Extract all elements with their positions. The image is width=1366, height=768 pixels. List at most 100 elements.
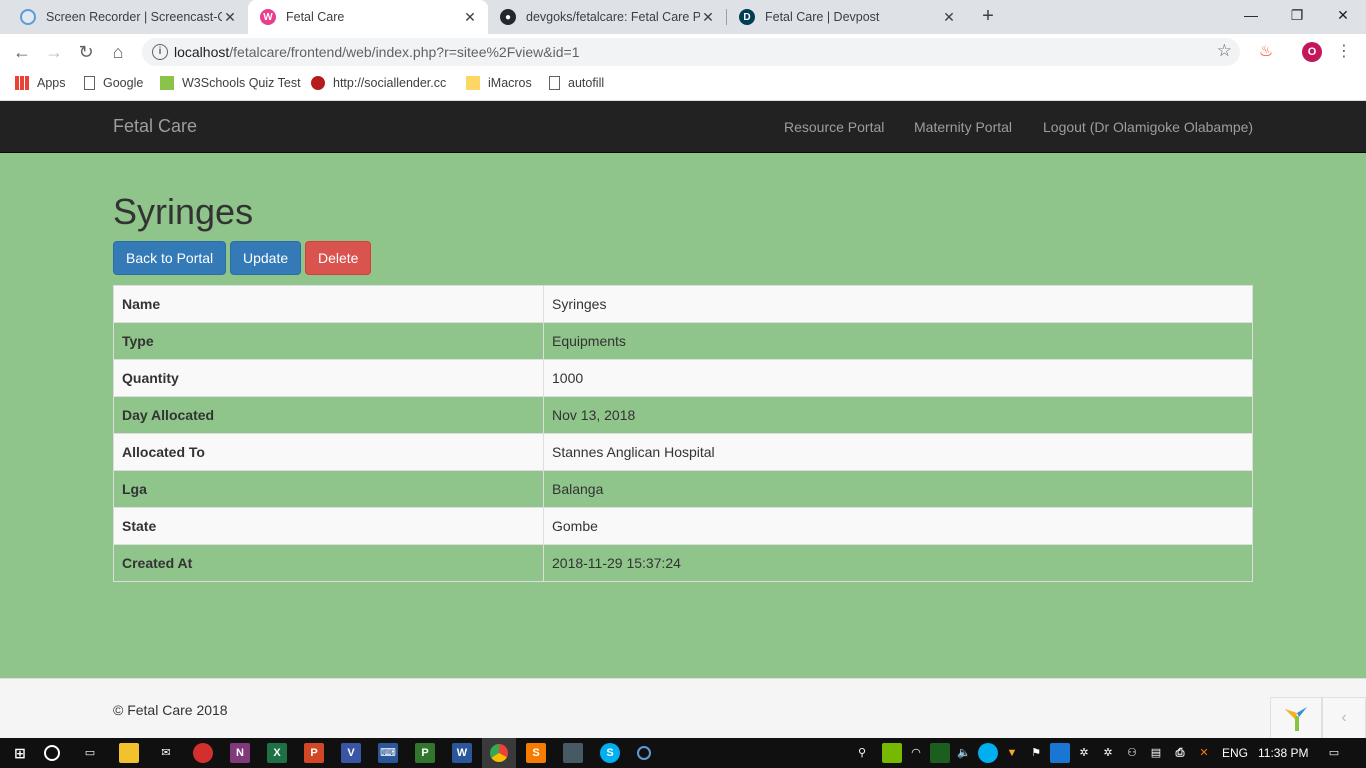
update-button[interactable]: Update <box>230 241 302 275</box>
detail-label: Allocated To <box>113 433 544 471</box>
people-icon[interactable]: ⚲ <box>852 743 872 763</box>
word-icon[interactable]: W <box>452 743 472 763</box>
bookmark-imacros[interactable]: iMacros <box>466 76 532 90</box>
browser-toolbar: ← → ↻ ⌂ i localhost/fetalcare/frontend/w… <box>0 34 1366 70</box>
sublime-icon[interactable]: S <box>526 743 546 763</box>
language-indicator[interactable]: ENG <box>1222 746 1248 760</box>
bookmark-apps[interactable]: Apps <box>15 76 66 90</box>
tab-title: Fetal Care <box>286 10 345 24</box>
minimize-icon[interactable]: — <box>1228 0 1274 30</box>
network-icon[interactable]: ⚑ <box>1026 743 1046 763</box>
tray-printer-icon[interactable]: ⎙ <box>1170 743 1190 763</box>
address-url[interactable]: localhost/fetalcare/frontend/web/index.p… <box>174 44 579 60</box>
bookmark-google[interactable]: Google <box>84 76 143 90</box>
volume-icon[interactable]: 🔈 <box>954 743 974 763</box>
delete-button[interactable]: Delete <box>305 241 372 275</box>
browser-tab-github[interactable]: ● devgoks/fetalcare: Fetal Care Pro ✕ <box>488 0 726 34</box>
keyboard-icon[interactable]: ⌨ <box>378 743 398 763</box>
back-to-portal-button[interactable]: Back to Portal <box>113 241 227 275</box>
table-row: Created At 2018-11-29 15:37:24 <box>113 544 1253 582</box>
profile-avatar[interactable]: O <box>1302 42 1322 62</box>
yii-icon: W <box>260 9 276 25</box>
new-tab-icon[interactable]: + <box>976 4 1000 28</box>
forward-arrow-icon[interactable]: → <box>42 40 66 64</box>
browser-tab-screen-recorder[interactable]: Screen Recorder | Screencast-O-M ✕ <box>8 0 248 34</box>
detail-label: Day Allocated <box>113 396 544 434</box>
system-clock[interactable]: 11:38 PM <box>1258 746 1308 760</box>
nvidia-icon[interactable] <box>882 743 902 763</box>
wifi-icon[interactable]: ◠ <box>906 743 926 763</box>
debug-toggle-chevron-icon[interactable]: ‹ <box>1322 697 1366 739</box>
yii-debug-icon[interactable] <box>1270 697 1322 739</box>
browser-tab-fetal-care[interactable]: W Fetal Care ✕ <box>248 0 488 34</box>
close-icon[interactable]: ✕ <box>222 9 238 26</box>
tab-title: Screen Recorder | Screencast-O-M <box>46 10 222 24</box>
extension-flame-icon[interactable]: ♨ <box>1256 42 1276 62</box>
excel-icon[interactable]: X <box>267 743 287 763</box>
tray-usb-icon[interactable]: ⚇ <box>1122 743 1142 763</box>
windows-taskbar: ⊞ ▭ ✉ N X P V ⌨ P W S S ⚲ ◠ 🔈 ▼ ⚑ ✲ ✲ ⚇ … <box>0 738 1366 768</box>
notifications-icon[interactable]: ▭ <box>1324 743 1344 763</box>
nav-resource-portal[interactable]: Resource Portal <box>784 119 884 135</box>
close-icon[interactable]: ✕ <box>462 9 478 26</box>
window-close-icon[interactable]: ✕ <box>1320 0 1366 30</box>
close-icon[interactable]: ✕ <box>941 9 957 26</box>
bookmark-label: iMacros <box>488 76 532 90</box>
page-icon <box>549 76 560 90</box>
bookmark-autofill[interactable]: autofill <box>549 76 604 90</box>
visio-icon[interactable]: V <box>341 743 361 763</box>
devpost-icon: D <box>739 9 755 25</box>
tray-app-icon[interactable] <box>1050 743 1070 763</box>
search-icon[interactable] <box>44 745 60 761</box>
task-view-icon[interactable]: ▭ <box>80 743 100 763</box>
browser-tab-strip: Screen Recorder | Screencast-O-M ✕ W Fet… <box>0 0 1366 34</box>
table-row: Day Allocated Nov 13, 2018 <box>113 396 1253 434</box>
restore-icon[interactable]: ❐ <box>1274 0 1320 30</box>
table-row: State Gombe <box>113 507 1253 545</box>
tab-title: devgoks/fetalcare: Fetal Care Pro <box>526 10 700 24</box>
site-brand[interactable]: Fetal Care <box>113 116 197 137</box>
detail-value: Stannes Anglican Hospital <box>543 433 1253 471</box>
mail-icon[interactable]: ✉ <box>156 743 176 763</box>
app-window-icon[interactable] <box>563 743 583 763</box>
sociallender-icon <box>311 76 325 90</box>
detail-value: 1000 <box>543 359 1253 397</box>
info-icon[interactable]: i <box>152 44 168 60</box>
tray-app-icon[interactable]: ✕ <box>1194 743 1214 763</box>
browser-tab-devpost[interactable]: D Fetal Care | Devpost ✕ <box>727 0 967 34</box>
page-title: Syringes <box>113 191 254 232</box>
tray-tool-icon[interactable]: ✲ <box>1098 743 1118 763</box>
address-bar[interactable]: i localhost/fetalcare/frontend/web/index… <box>142 38 1240 66</box>
detail-label: Created At <box>113 544 544 582</box>
file-explorer-icon[interactable] <box>119 743 139 763</box>
app-icon[interactable] <box>193 743 213 763</box>
site-footer: © Fetal Care 2018 ‹ <box>0 678 1366 739</box>
chrome-taskbar-icon[interactable] <box>482 738 516 768</box>
detail-label: State <box>113 507 544 545</box>
skype-icon[interactable]: S <box>600 743 620 763</box>
table-row: Name Syringes <box>113 285 1253 323</box>
reload-icon[interactable]: ↻ <box>74 40 98 64</box>
screencast-taskbar-icon[interactable] <box>637 746 651 760</box>
bookmark-sociallender[interactable]: http://sociallender.cc <box>311 76 447 90</box>
project-icon[interactable]: P <box>415 743 435 763</box>
bookmark-label: http://sociallender.cc <box>333 76 447 90</box>
powerpoint-icon[interactable]: P <box>304 743 324 763</box>
tray-display-icon[interactable]: ▤ <box>1146 743 1166 763</box>
back-arrow-icon[interactable]: ← <box>10 40 34 64</box>
page-icon <box>84 76 95 90</box>
nav-logout[interactable]: Logout (Dr Olamigoke Olabampe) <box>1043 119 1253 135</box>
tray-tool-icon[interactable]: ✲ <box>1074 743 1094 763</box>
skype-tray-icon[interactable] <box>978 743 998 763</box>
close-icon[interactable]: ✕ <box>700 9 716 26</box>
bookmark-star-icon[interactable]: ☆ <box>1217 41 1232 61</box>
bookmark-w3schools[interactable]: W3Schools Quiz Test <box>160 76 301 90</box>
windows-start-icon[interactable]: ⊞ <box>10 743 30 763</box>
onenote-icon[interactable]: N <box>230 743 250 763</box>
home-icon[interactable]: ⌂ <box>106 40 130 64</box>
warning-icon[interactable]: ▼ <box>1002 743 1022 763</box>
nav-maternity-portal[interactable]: Maternity Portal <box>914 119 1012 135</box>
table-row: Lga Balanga <box>113 470 1253 508</box>
battery-app-icon[interactable] <box>930 743 950 763</box>
chrome-menu-icon[interactable]: ⋮ <box>1336 40 1352 64</box>
